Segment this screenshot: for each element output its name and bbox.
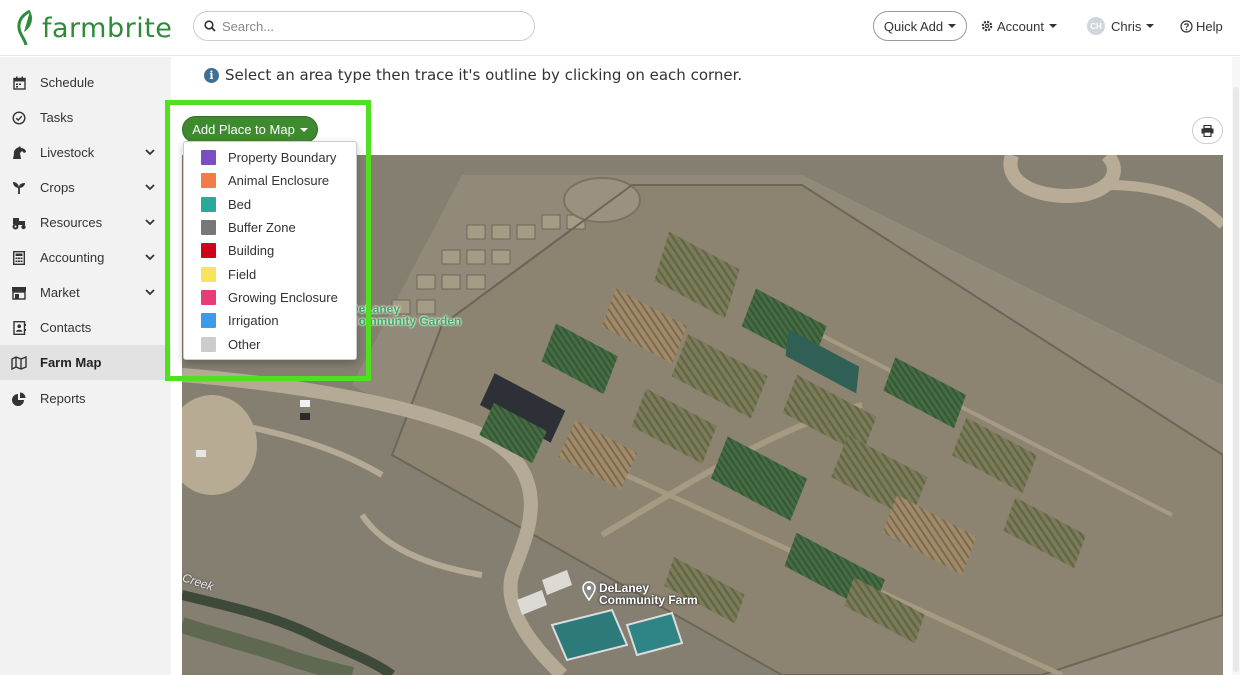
color-swatch [201,313,216,329]
top-bar: farmbrite Quick Add Account CH Chris Hel… [0,0,1240,56]
caret-down-icon [1146,24,1155,28]
instruction-text: i Select an area type then trace it's ou… [204,66,742,84]
menu-item-label: Buffer Zone [228,220,296,236]
print-button[interactable] [1192,117,1223,144]
farm-label: DeLaney Community Farm [599,582,698,606]
sidebar-item-market[interactable]: Market [0,275,171,310]
menu-item-bed[interactable]: Bed [184,193,356,216]
menu-item-animal-enclosure[interactable]: Animal Enclosure [184,169,356,192]
menu-item-buffer-zone[interactable]: Buffer Zone [184,216,356,239]
leaf-logo-icon [17,10,32,46]
map-pin-icon [582,581,596,602]
sidebar-item-crops[interactable]: Crops [0,170,171,205]
quick-add-button[interactable]: Quick Add [873,11,967,41]
avatar: CH [1087,17,1105,35]
color-swatch [201,173,216,189]
menu-item-building[interactable]: Building [184,239,356,262]
sidebar-item-contacts[interactable]: Contacts [0,310,171,345]
sidebar-item-farm-map[interactable]: Farm Map [0,345,171,380]
scrollbar-thumb[interactable] [1233,87,1239,672]
account-menu[interactable]: Account [981,11,1057,41]
color-swatch [201,336,216,352]
logo-text: farmbrite [42,12,173,44]
farmbrite-logo[interactable]: farmbrite [16,8,172,48]
sidebar: Schedule Tasks Livestock Crops Resources… [0,57,171,675]
menu-item-property-boundary[interactable]: Property Boundary [184,146,356,169]
sidebar-item-label: Livestock [40,145,95,160]
chevron-down-icon [145,184,155,191]
search-box[interactable] [193,11,535,41]
sidebar-item-livestock[interactable]: Livestock [0,135,171,170]
menu-item-label: Bed [228,196,252,212]
search-icon [204,20,216,32]
seedling-icon [11,180,27,196]
area-type-menu: Property Boundary Animal Enclosure Bed B… [183,141,357,360]
print-icon [1201,124,1214,137]
gear-icon [981,20,993,32]
sidebar-item-label: Contacts [40,320,92,335]
menu-item-growing-enclosure[interactable]: Growing Enclosure [184,286,356,309]
calculator-icon [11,250,27,266]
sidebar-item-label: Schedule [40,75,95,90]
sidebar-item-label: Farm Map [40,355,102,370]
color-swatch [201,150,216,166]
sidebar-item-reports[interactable]: Reports [0,381,171,416]
menu-item-label: Animal Enclosure [228,173,330,189]
menu-item-irrigation[interactable]: Irrigation [184,309,356,332]
help-link[interactable]: Help [1180,11,1223,41]
map-icon [11,355,27,371]
menu-item-label: Irrigation [228,313,279,329]
sidebar-item-accounting[interactable]: Accounting [0,240,171,275]
info-icon: i [204,67,219,83]
sidebar-item-label: Tasks [40,110,74,125]
sidebar-item-label: Crops [40,180,75,195]
chevron-down-icon [145,219,155,226]
caret-down-icon [948,24,957,28]
question-circle-icon [1180,19,1193,33]
check-circle-icon [11,110,27,126]
tractor-icon [11,215,27,231]
pie-chart-icon [11,391,27,407]
account-label: Account [997,18,1044,34]
color-swatch [201,289,216,305]
quick-add-label: Quick Add [883,18,944,34]
horse-icon [11,145,27,161]
main-content: i Select an area type then trace it's ou… [165,57,1240,675]
menu-item-label: Other [228,336,261,352]
store-icon [11,285,27,301]
sidebar-item-label: Resources [40,215,103,230]
farm-label-line2: Community Farm [599,593,698,607]
calendar-icon [11,75,27,91]
menu-item-field[interactable]: Field [184,262,356,285]
chevron-down-icon [145,149,155,156]
sidebar-item-resources[interactable]: Resources [0,205,171,240]
user-name: Chris [1111,18,1142,34]
sidebar-item-label: Reports [40,391,86,406]
sidebar-item-tasks[interactable]: Tasks [0,100,171,135]
menu-item-label: Field [228,266,257,282]
color-swatch [201,196,216,212]
caret-down-icon [1048,24,1057,28]
help-label: Help [1196,18,1223,34]
color-swatch [201,220,216,236]
chevron-down-icon [145,254,155,261]
color-swatch [201,243,216,259]
sidebar-item-schedule[interactable]: Schedule [0,65,171,100]
address-book-icon [11,320,27,336]
menu-item-label: Property Boundary [228,150,337,166]
menu-item-label: Building [228,243,275,259]
instruction-label: Select an area type then trace it's outl… [225,66,743,84]
menu-item-label: Growing Enclosure [228,289,338,305]
sidebar-item-label: Market [40,285,80,300]
menu-item-other[interactable]: Other [184,332,356,355]
sidebar-item-label: Accounting [40,250,105,265]
search-input[interactable] [222,18,522,34]
user-menu[interactable]: CH Chris [1087,11,1155,41]
color-swatch [201,266,216,282]
chevron-down-icon [145,289,155,296]
